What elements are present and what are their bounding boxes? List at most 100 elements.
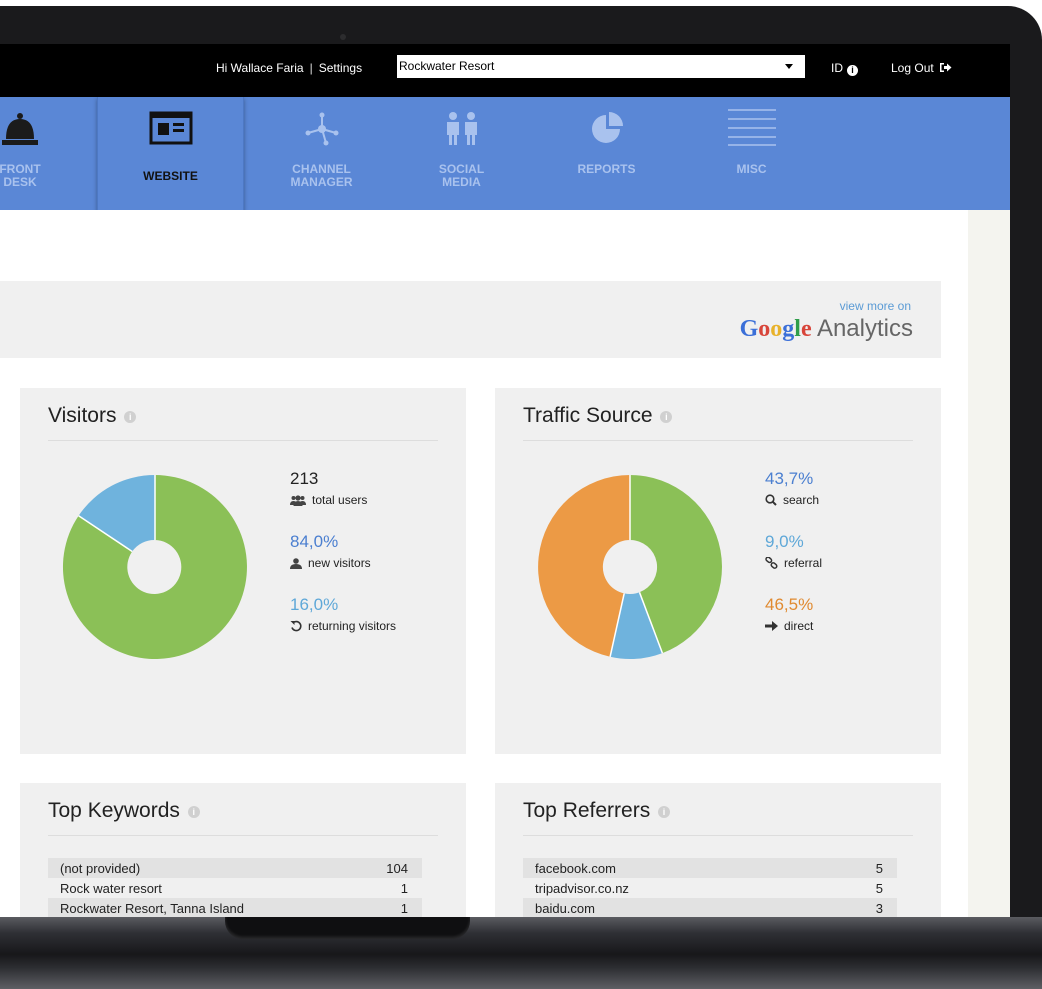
- table-row: baidu.com 3: [523, 898, 897, 918]
- table-row: (not provided) 104: [48, 858, 422, 878]
- search-value: 43,7%: [765, 469, 814, 488]
- referral-value: 9,0%: [765, 532, 804, 551]
- info-icon[interactable]: i: [187, 806, 200, 818]
- nav-front-desk[interactable]: FRONT DESK: [0, 97, 80, 210]
- network-icon: [305, 112, 338, 146]
- traffic-title-text: Traffic Source: [523, 404, 653, 427]
- traffic-source-panel: Traffic Source i 43,7% search 9,0% refer…: [495, 388, 941, 754]
- nav-label: WEBSITE: [143, 169, 198, 183]
- traffic-donut-chart: [538, 475, 722, 659]
- top-bar: Hi Wallace Faria | Settings Rockwater Re…: [0, 44, 1010, 97]
- greeting-text: Hi Wallace Faria: [216, 61, 304, 75]
- referrers-title-text: Top Referrers: [523, 799, 651, 822]
- visitors-title-text: Visitors: [48, 404, 117, 427]
- logout-link[interactable]: Log Out: [891, 61, 952, 75]
- nav-reports[interactable]: REPORTS: [524, 97, 689, 210]
- returning-visitors-value: 16,0%: [290, 595, 339, 614]
- user-greeting: Hi Wallace Faria | Settings: [216, 61, 362, 75]
- info-icon: i: [847, 65, 858, 76]
- nav-social-media[interactable]: SOCIAL MEDIA: [399, 97, 524, 210]
- direct-value: 46,5%: [765, 595, 814, 614]
- undo-icon: [290, 620, 302, 632]
- right-gutter: [968, 210, 1010, 918]
- search-icon: [765, 494, 777, 506]
- search-stat: 43,7% search: [765, 469, 819, 507]
- referrers-title: Top Referrers i: [523, 799, 671, 823]
- referrer-site: facebook.com: [535, 861, 616, 876]
- returning-visitors-label: returning visitors: [308, 619, 397, 633]
- direct-label: direct: [784, 619, 814, 633]
- top-referrers-panel: Top Referrers i facebook.com 5 tripadviso…: [495, 783, 941, 918]
- referrer-site: tripadvisor.co.nz: [535, 881, 629, 896]
- main-nav: FRONT DESK WEBSITE CHANNEL MANAGER SOCIA…: [0, 97, 1010, 214]
- referrer-count: 5: [875, 861, 883, 876]
- new-visitors-stat: 84,0% new visitors: [290, 532, 371, 570]
- divider: [523, 835, 913, 836]
- divider: [523, 440, 913, 441]
- users-icon: [290, 494, 306, 506]
- pie-icon: [591, 112, 623, 143]
- table-row: facebook.com 5: [523, 858, 897, 878]
- keyword-count: 104: [386, 861, 408, 876]
- keyword-count: 1: [400, 901, 408, 916]
- table-row: tripadvisor.co.nz 5: [523, 878, 897, 898]
- keyword-term: Rockwater Resort, Tanna Island: [60, 901, 245, 916]
- property-select[interactable]: Rockwater Resort: [397, 55, 805, 78]
- arrow-right-icon: [765, 621, 778, 631]
- id-link[interactable]: ID i: [831, 61, 858, 76]
- total-users-label: total users: [312, 493, 368, 507]
- analytics-product: Analytics: [816, 315, 913, 342]
- greeting-separator: |: [309, 61, 313, 75]
- referral-label: referral: [784, 556, 823, 570]
- referrer-site: baidu.com: [535, 901, 595, 916]
- visitors-title: Visitors i: [48, 404, 137, 428]
- referrer-count: 5: [875, 881, 883, 896]
- info-icon[interactable]: i: [660, 411, 673, 423]
- total-users-stat: 213 total users: [290, 469, 367, 507]
- keyword-count: 1: [400, 881, 408, 896]
- traffic-title: Traffic Source i: [523, 404, 673, 428]
- keywords-title: Top Keywords i: [48, 799, 200, 823]
- google-analytics-link[interactable]: Google Analytics: [740, 315, 913, 343]
- referrers-table: facebook.com 5 tripadvisor.co.nz 5 baidu.c…: [523, 858, 897, 918]
- nav-label: REPORTS: [577, 162, 636, 176]
- settings-link[interactable]: Settings: [319, 61, 362, 75]
- website-icon: [149, 111, 192, 145]
- nav-website[interactable]: WEBSITE: [97, 97, 244, 214]
- search-label: search: [783, 493, 820, 507]
- nav-channel-manager[interactable]: CHANNEL MANAGER: [244, 97, 399, 210]
- nav-misc[interactable]: MISC: [689, 97, 814, 210]
- referrer-count: 3: [875, 901, 883, 916]
- info-icon[interactable]: i: [658, 806, 671, 818]
- property-selected-value: Rockwater Resort: [399, 59, 495, 73]
- nav-label: DESK: [3, 175, 37, 189]
- referral-stat: 9,0% referral: [765, 532, 822, 570]
- camera: [340, 34, 346, 40]
- info-icon[interactable]: i: [124, 411, 137, 423]
- keywords-title-text: Top Keywords: [48, 799, 180, 822]
- bell-icon: [2, 113, 38, 145]
- user-icon: [290, 557, 302, 569]
- nav-label: MISC: [736, 162, 767, 176]
- analytics-banner: view more on Google Analytics: [0, 281, 941, 358]
- laptop-base: [0, 917, 1042, 989]
- keyword-term: (not provided): [60, 861, 141, 876]
- divider: [48, 440, 438, 441]
- view-more-link[interactable]: view more on: [840, 299, 911, 313]
- google-logo: Google: [739, 316, 812, 342]
- laptop-hinge-notch: [225, 917, 470, 939]
- logout-icon: [940, 63, 952, 72]
- new-visitors-value: 84,0%: [290, 532, 339, 551]
- chevron-down-icon: [785, 64, 793, 69]
- top-keywords-panel: Top Keywords i (not provided) 104 Rock wa…: [20, 783, 466, 918]
- direct-stat: 46,5% direct: [765, 595, 813, 633]
- nav-label: MEDIA: [442, 175, 481, 189]
- new-visitors-label: new visitors: [308, 556, 371, 570]
- link-icon: [765, 557, 778, 569]
- people-icon: [446, 112, 477, 145]
- keywords-table: (not provided) 104 Rock water resort 1 Roc…: [48, 858, 422, 918]
- app-screen: Hi Wallace Faria | Settings Rockwater Re…: [0, 44, 1010, 918]
- total-users-value: 213: [290, 469, 319, 488]
- logout-label: Log Out: [891, 61, 934, 75]
- visitors-donut-chart: [62, 475, 247, 659]
